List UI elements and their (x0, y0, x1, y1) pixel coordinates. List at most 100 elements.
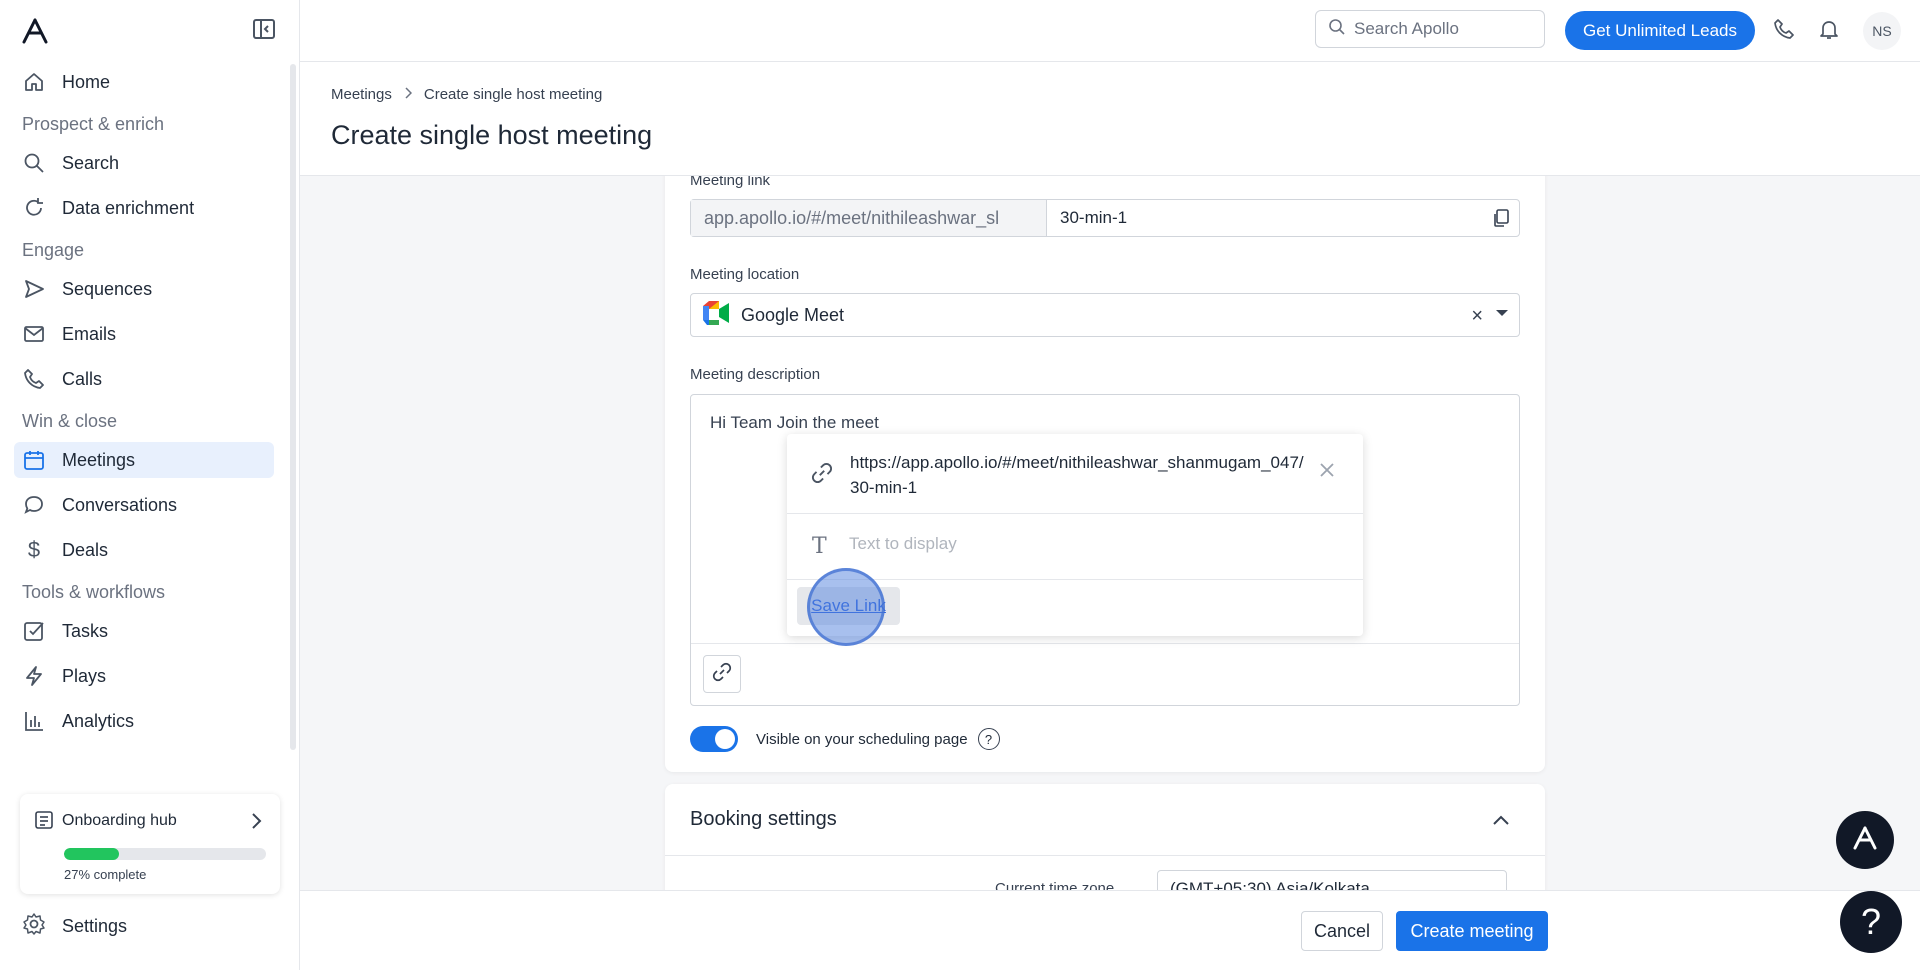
sidebar: Home Prospect & enrich Search Data enric… (0, 0, 300, 970)
editor-toolbar (691, 643, 1519, 705)
sidebar-item-label: Home (62, 71, 111, 92)
chevron-up-icon[interactable] (1493, 812, 1509, 830)
link-icon (712, 662, 732, 687)
sidebar-item-conversations[interactable]: Conversations (14, 487, 274, 523)
apollo-assistant-button[interactable] (1836, 811, 1894, 869)
meeting-details-card: Meeting link app.apollo.io/#/meet/nithil… (665, 176, 1545, 772)
phone-icon[interactable] (1771, 16, 1797, 42)
visible-toggle[interactable] (690, 726, 738, 752)
page-header: Meetings Create single host meeting Crea… (300, 62, 1920, 176)
link-url-row: https://app.apollo.io/#/meet/nithileashw… (787, 434, 1363, 514)
onboarding-title: Onboarding hub (62, 812, 177, 829)
phone-icon (22, 367, 46, 391)
meeting-location-label: Meeting location (690, 266, 800, 283)
breadcrumb-current: Create single host meeting (423, 86, 603, 103)
toggle-knob (715, 729, 735, 749)
search-icon (22, 151, 46, 175)
avatar[interactable]: NS (1863, 12, 1901, 50)
meeting-link-slug-input[interactable]: 30-min-1 (1047, 200, 1519, 236)
sidebar-item-data-enrichment[interactable]: Data enrichment (14, 190, 274, 226)
description-text[interactable]: Hi Team Join the meet (710, 413, 879, 433)
section-label: Engage (22, 239, 85, 260)
sidebar-item-sequences[interactable]: Sequences (14, 271, 274, 307)
apollo-logo-icon[interactable] (20, 16, 50, 46)
get-unlimited-leads-button[interactable]: Get Unlimited Leads (1565, 11, 1755, 50)
sidebar-item-label: Settings (62, 916, 128, 936)
onboarding-progress-fill (64, 848, 119, 860)
sidebar-item-settings[interactable]: Settings (22, 912, 127, 941)
sidebar-item-home[interactable]: Home (14, 64, 274, 100)
question-icon: ? (1860, 901, 1882, 942)
help-icon[interactable]: ? (977, 728, 1000, 750)
section-label: Win & close (22, 410, 118, 431)
bell-icon[interactable] (1816, 16, 1842, 42)
refresh-icon (22, 196, 46, 220)
sidebar-item-label: Plays (62, 665, 107, 686)
top-bar: Get Unlimited Leads NS (300, 0, 1920, 62)
sidebar-item-label: Sequences (62, 278, 153, 299)
sidebar-item-label: Tasks (62, 620, 109, 641)
breadcrumb-meetings-link[interactable]: Meetings (331, 86, 392, 103)
sidebar-scrollbar[interactable] (290, 64, 296, 750)
clear-icon[interactable]: × (1471, 305, 1483, 328)
home-icon (22, 70, 46, 94)
onboarding-hub-card[interactable]: Onboarding hub 27% complete (20, 794, 280, 894)
sidebar-item-label: Analytics (62, 710, 135, 731)
sidebar-item-calls[interactable]: Calls (14, 361, 274, 397)
google-meet-icon (701, 300, 731, 331)
caret-down-icon[interactable] (1495, 306, 1509, 325)
collapse-sidebar-icon[interactable] (252, 18, 278, 42)
close-icon[interactable] (1319, 462, 1335, 483)
meeting-description-label: Meeting description (690, 366, 821, 383)
help-button[interactable]: ? (1840, 891, 1902, 953)
sidebar-item-meetings[interactable]: Meetings (14, 442, 274, 478)
cancel-button[interactable]: Cancel (1301, 911, 1383, 951)
sidebar-item-plays[interactable]: Plays (14, 658, 274, 694)
apollo-logo-icon (1850, 823, 1880, 858)
onboarding-progress-bar (64, 848, 266, 860)
link-text-row: T (787, 514, 1363, 580)
booking-settings-header[interactable]: Booking settings (665, 784, 1545, 856)
checkbox-icon (22, 619, 46, 643)
footer-actions: Cancel Create meeting (300, 890, 1920, 970)
create-meeting-button[interactable]: Create meeting (1396, 911, 1548, 951)
booking-settings-title: Booking settings (690, 808, 837, 830)
sidebar-item-label: Calls (62, 368, 103, 389)
link-text-input[interactable] (849, 534, 1329, 554)
sidebar-item-analytics[interactable]: Analytics (14, 703, 274, 739)
timezone-label: Current time zone (995, 880, 1115, 890)
sidebar-item-tasks[interactable]: Tasks (14, 613, 274, 649)
sidebar-nav: Home Prospect & enrich Search Data enric… (14, 64, 274, 748)
sidebar-item-search[interactable]: Search (14, 145, 274, 181)
search-input[interactable] (1354, 19, 1524, 39)
meeting-link-label: Meeting link (690, 176, 771, 189)
section-label: Tools & workflows (22, 581, 166, 602)
sidebar-item-label: Meetings (62, 449, 136, 470)
visibility-row: Visible on your scheduling page ? (690, 726, 1000, 752)
sidebar-item-deals[interactable]: $ Deals (14, 532, 274, 568)
timezone-select[interactable]: (GMT+05:30) Asia/Kolkata (1157, 870, 1507, 890)
copy-icon[interactable] (1491, 208, 1511, 233)
meeting-link-prefix: app.apollo.io/#/meet/nithileashwar_sl (691, 200, 1047, 236)
bolt-icon (22, 664, 46, 688)
breadcrumb: Meetings Create single host meeting (331, 86, 602, 103)
link-url-input[interactable]: https://app.apollo.io/#/meet/nithileashw… (850, 450, 1310, 500)
meeting-link-field: app.apollo.io/#/meet/nithileashwar_sl 30… (690, 199, 1520, 237)
global-search[interactable] (1315, 10, 1545, 48)
section-label: Prospect & enrich (22, 113, 165, 134)
insert-link-button[interactable] (703, 655, 741, 693)
save-link-button[interactable]: Save Link (797, 587, 900, 625)
checklist-icon (34, 810, 54, 835)
sidebar-item-label: Deals (62, 539, 109, 560)
meeting-location-select[interactable]: Google Meet × (690, 293, 1520, 337)
sidebar-item-emails[interactable]: Emails (14, 316, 274, 352)
sidebar-item-label: Conversations (62, 494, 178, 515)
main-content: Meeting link app.apollo.io/#/meet/nithil… (300, 176, 1920, 890)
chevron-right-icon (250, 812, 262, 835)
send-icon (22, 277, 46, 301)
search-icon (1328, 18, 1346, 41)
dollar-icon: $ (27, 537, 41, 562)
sidebar-item-label: Data enrichment (62, 197, 195, 218)
link-icon (811, 462, 833, 489)
meeting-location-value: Google Meet (741, 304, 845, 325)
